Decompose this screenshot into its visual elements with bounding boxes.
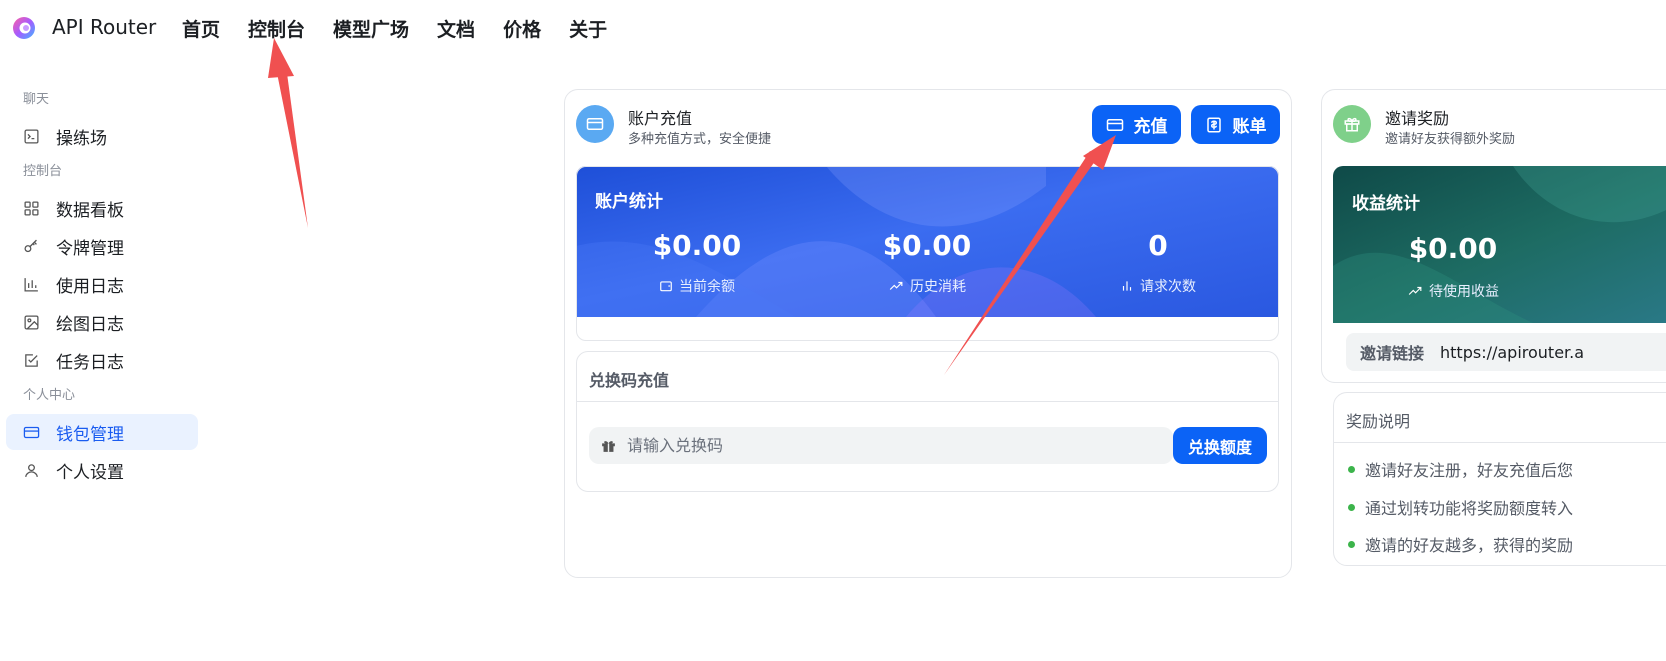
main-nav: 首页 控制台 模型广场 文档 价格 关于	[182, 15, 635, 42]
redeem-input-box[interactable]	[589, 427, 1173, 464]
bar-chart-icon	[1122, 281, 1132, 291]
key-icon	[23, 238, 40, 255]
sidebar-item-drawing-logs[interactable]: 绘图日志	[6, 304, 204, 340]
sidebar-item-usage-logs[interactable]: 使用日志	[6, 266, 204, 302]
sidebar-item-label: 数据看板	[56, 200, 124, 221]
recharge-button[interactable]: 充值	[1092, 105, 1181, 144]
nav-models[interactable]: 模型广场	[333, 15, 409, 42]
pending-earnings-value: $0.00	[1408, 232, 1498, 265]
invite-card: 邀请奖励 邀请好友获得额外奖励 收益统计 $0.00 待使用收益 邀请链接 ht…	[1321, 89, 1666, 383]
wallet-icon	[23, 424, 40, 441]
redeem-button[interactable]: 兑换额度	[1173, 427, 1267, 464]
sidebar-item-label: 使用日志	[56, 276, 124, 297]
sidebar-item-tokens[interactable]: 令牌管理	[6, 228, 204, 264]
sidebar-item-label: 绘图日志	[56, 314, 124, 335]
trend-up-icon	[889, 281, 903, 290]
rule-item: 邀请的好友越多，获得的奖励	[1348, 532, 1573, 556]
sidebar-item-settings[interactable]: 个人设置	[6, 452, 204, 488]
bill-button[interactable]: 账单	[1191, 105, 1280, 144]
user-icon	[23, 462, 40, 479]
requests-label-text: 请求次数	[1140, 279, 1196, 295]
brand-name[interactable]: API Router	[52, 15, 156, 39]
invite-title: 邀请奖励	[1385, 109, 1450, 128]
earnings-title: 收益统计	[1352, 194, 1420, 214]
requests-value: 0	[1148, 229, 1168, 262]
bullet-dot	[1348, 540, 1355, 548]
bill-button-label: 账单	[1232, 117, 1267, 137]
gift-icon	[600, 437, 617, 454]
terminal-icon	[23, 128, 40, 145]
redeem-card: 兑换码充值 兑换额度	[576, 351, 1279, 492]
sidebar: 聊天 操练场 控制台 数据看板 令牌管理 使用日志 绘图日志 任务日志 个人中心…	[0, 90, 210, 490]
sidebar-item-label: 令牌管理	[56, 238, 124, 259]
bill-icon	[1206, 117, 1221, 132]
dashboard-icon	[23, 200, 40, 217]
account-stats-panel: 账户统计 $0.00 当前余额 $0.00 历史消耗 0 请求次数	[576, 166, 1279, 317]
rule-item: 邀请好友注册，好友充值后您	[1348, 457, 1573, 481]
recharge-title: 账户充值	[628, 109, 693, 128]
sidebar-item-playground[interactable]: 操练场	[6, 118, 204, 154]
pending-earnings-label: 待使用收益	[1383, 281, 1523, 301]
gift-icon-badge	[1333, 105, 1371, 143]
app-logo[interactable]	[12, 16, 36, 40]
recharge-button-label: 充值	[1133, 117, 1168, 137]
sidebar-item-dashboard[interactable]: 数据看板	[6, 190, 204, 226]
nav-about[interactable]: 关于	[569, 15, 607, 42]
reward-rules-card: 奖励说明 邀请好友注册，好友充值后您 通过划转功能将奖励额度转入 邀请的好友越多…	[1333, 392, 1666, 566]
consumption-value: $0.00	[882, 229, 972, 262]
divider	[1334, 442, 1666, 443]
bullet-dot	[1348, 465, 1355, 473]
card-icon	[1106, 118, 1123, 131]
earnings-stats-panel: 收益统计 $0.00 待使用收益	[1333, 166, 1666, 323]
bar-chart-icon	[23, 276, 40, 293]
pending-earnings-label-text: 待使用收益	[1429, 284, 1499, 300]
consumption-label: 历史消耗	[857, 276, 997, 296]
invite-subtitle: 邀请好友获得额外奖励	[1385, 132, 1516, 147]
sidebar-group-console: 控制台	[23, 164, 63, 179]
rule-text: 通过划转功能将奖励额度转入	[1365, 499, 1574, 518]
top-navbar: API Router 首页 控制台 模型广场 文档 价格 关于	[0, 0, 1666, 56]
rule-text: 邀请的好友越多，获得的奖励	[1365, 536, 1574, 555]
recharge-card: 账户充值 多种充值方式，安全便捷 充值 账单 账户统计 $0.00 当前余额 $…	[564, 89, 1292, 578]
sidebar-item-wallet[interactable]: 钱包管理	[6, 414, 198, 450]
nav-pricing[interactable]: 价格	[503, 15, 541, 42]
sidebar-item-task-logs[interactable]: 任务日志	[6, 342, 204, 378]
redeem-code-input[interactable]	[627, 436, 1127, 455]
invite-link-value[interactable]: https://apirouter.a	[1440, 343, 1584, 362]
checkbox-icon	[23, 352, 40, 369]
sidebar-item-label: 操练场	[56, 128, 107, 149]
wallet-icon	[660, 281, 672, 292]
requests-label: 请求次数	[1088, 276, 1228, 296]
sidebar-item-label: 钱包管理	[56, 424, 124, 445]
nav-home[interactable]: 首页	[182, 15, 220, 42]
nav-console[interactable]: 控制台	[248, 15, 305, 42]
image-icon	[23, 314, 40, 331]
sidebar-item-label: 个人设置	[56, 462, 124, 483]
divider	[577, 401, 1278, 402]
gift-icon	[1344, 117, 1360, 132]
balance-label: 当前余额	[627, 276, 767, 296]
recharge-subtitle: 多种充值方式，安全便捷	[628, 132, 772, 147]
card-icon	[576, 105, 614, 143]
sidebar-group-personal: 个人中心	[23, 388, 76, 403]
stats-title: 账户统计	[595, 192, 663, 212]
rule-item: 通过划转功能将奖励额度转入	[1348, 495, 1573, 519]
rule-text: 邀请好友注册，好友充值后您	[1365, 461, 1574, 480]
sidebar-group-chat: 聊天	[23, 92, 50, 107]
bullet-dot	[1348, 503, 1355, 511]
balance-label-text: 当前余额	[679, 279, 735, 295]
consumption-label-text: 历史消耗	[910, 279, 966, 295]
invite-link-box[interactable]: 邀请链接 https://apirouter.a	[1346, 333, 1666, 371]
arrow-shaft-console	[276, 66, 308, 228]
invite-link-label: 邀请链接	[1360, 344, 1425, 363]
redeem-title: 兑换码充值	[589, 371, 670, 390]
nav-docs[interactable]: 文档	[437, 15, 475, 42]
sidebar-item-label: 任务日志	[56, 352, 124, 373]
reward-rules-title: 奖励说明	[1346, 412, 1411, 431]
trend-up-icon	[1408, 286, 1422, 295]
balance-value: $0.00	[652, 229, 742, 262]
